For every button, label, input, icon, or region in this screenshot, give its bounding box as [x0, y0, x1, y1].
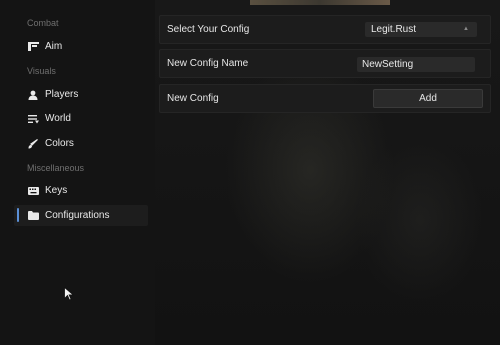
world-icon: [27, 113, 39, 125]
section-title-combat: Combat: [27, 18, 59, 28]
sidebar-item-colors[interactable]: Colors: [14, 133, 148, 154]
sidebar-item-players[interactable]: Players: [14, 84, 148, 105]
section-title-miscellaneous: Miscellaneous: [27, 163, 85, 173]
active-indicator: [17, 208, 19, 222]
background-image-strip: [250, 0, 390, 5]
mouse-cursor-icon: [64, 286, 75, 306]
aim-icon: [27, 41, 39, 53]
config-dropdown-value: Legit.Rust: [371, 24, 417, 35]
folder-icon: [27, 210, 39, 222]
add-button[interactable]: Add: [373, 89, 483, 108]
sidebar-item-label: Aim: [45, 41, 63, 52]
config-name-row: New Config Name: [159, 49, 491, 78]
config-select-row: Select Your Config Legit.Rust ▲: [159, 15, 491, 44]
person-icon: [27, 89, 39, 101]
sidebar-item-configurations[interactable]: Configurations: [14, 205, 148, 226]
new-config-name-label: New Config Name: [167, 58, 249, 69]
chevron-up-icon: ▲: [463, 26, 469, 32]
sidebar-item-world[interactable]: World: [14, 108, 148, 129]
sidebar-item-label: Colors: [45, 138, 74, 149]
new-config-row: New Config Add: [159, 84, 491, 113]
sidebar: Combat Aim Visuals Players World Colors …: [0, 0, 155, 345]
sidebar-item-label: Keys: [45, 185, 68, 196]
sidebar-item-label: Players: [45, 89, 79, 100]
sidebar-item-keys[interactable]: Keys: [14, 180, 148, 201]
config-name-input[interactable]: [357, 57, 475, 72]
section-title-visuals: Visuals: [27, 66, 56, 76]
select-config-label: Select Your Config: [167, 24, 250, 35]
brush-icon: [27, 138, 39, 150]
sidebar-item-label: Configurations: [45, 210, 110, 221]
sidebar-item-label: World: [45, 113, 71, 124]
keyboard-icon: [27, 185, 39, 197]
new-config-label: New Config: [167, 93, 219, 104]
config-dropdown[interactable]: Legit.Rust ▲: [365, 22, 477, 37]
sidebar-item-aim[interactable]: Aim: [14, 36, 148, 57]
